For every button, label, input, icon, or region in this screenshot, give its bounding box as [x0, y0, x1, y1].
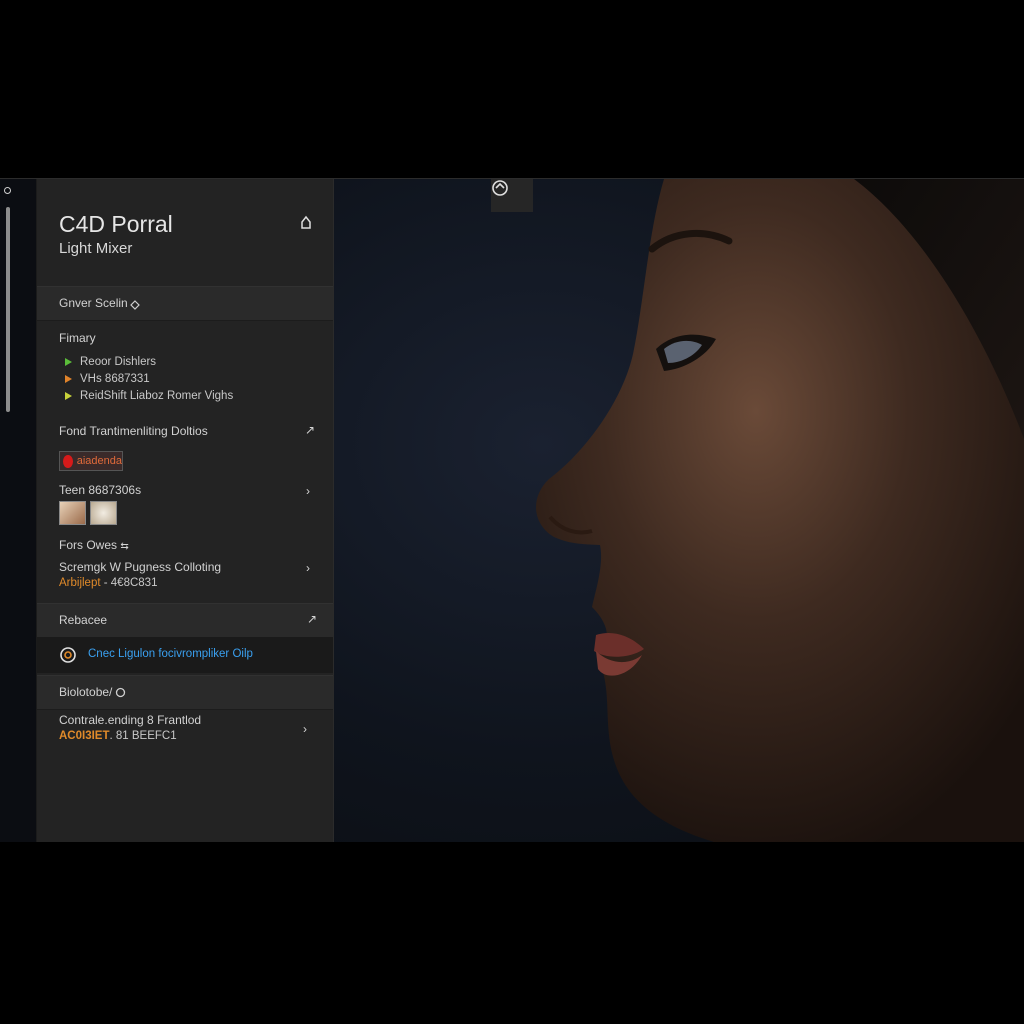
render-viewport[interactable]	[334, 179, 1024, 842]
circle-icon	[115, 685, 126, 703]
collapse-icon[interactable]: ↗	[307, 612, 317, 626]
biolobe-section-header[interactable]: Biolotobe/	[37, 675, 333, 710]
thumbnail-light[interactable]	[90, 501, 117, 525]
viewport-top-tab[interactable]	[491, 179, 533, 212]
app-window: C4D Porral Light Mixer Gnver Scelin Fima…	[0, 178, 1024, 842]
panel-subtitle: Light Mixer	[59, 240, 133, 257]
contrale-label: Contrale.ending 8 Frantlod	[59, 713, 202, 727]
team-label: Teen 8687306s	[59, 483, 142, 497]
play-triangle-icon	[65, 358, 72, 366]
swatch-label: aiadenda	[76, 455, 122, 467]
rail-circle-icon[interactable]	[4, 187, 11, 194]
biolobe-label: Biolotobe/	[59, 685, 113, 699]
pin-icon[interactable]	[299, 215, 313, 234]
play-triangle-icon	[65, 392, 72, 400]
light-mixer-panel: C4D Porral Light Mixer Gnver Scelin Fima…	[37, 179, 334, 842]
link-row[interactable]: Cnec Ligulon focivrompliker Oilp	[37, 637, 333, 673]
fond-heading: Fond Trantimenliting Doltios	[59, 424, 208, 438]
chevron-right-icon[interactable]: ›	[306, 561, 310, 575]
target-icon	[59, 646, 77, 669]
panel-title: C4D Porral	[59, 211, 173, 237]
collapse-icon[interactable]: ↗	[305, 423, 315, 437]
red-dot-icon	[63, 454, 73, 468]
diamond-icon	[130, 297, 140, 315]
fors-label: Fors Owes ⇆	[59, 538, 129, 552]
color-swatch[interactable]: aiadenda	[59, 451, 123, 471]
chevron-right-icon[interactable]: ›	[306, 484, 310, 498]
reference-section-header[interactable]: Rebacee ↗	[37, 603, 333, 638]
portrait-render	[536, 179, 1024, 842]
primary-item[interactable]: Reoor Dishlers	[65, 356, 156, 368]
play-triangle-icon	[65, 375, 72, 383]
primary-item[interactable]: VHs 8687331	[65, 373, 150, 385]
cover-section-header[interactable]: Gnver Scelin	[37, 286, 333, 321]
thumbnail-portrait[interactable]	[59, 501, 86, 525]
screngk-value: Arbijlept - 4€8C831	[59, 577, 158, 589]
contrale-value: AC0I3IET. 81 BEEFC1	[59, 730, 177, 742]
arrows-icon: ⇆	[120, 541, 129, 552]
link-text[interactable]: Cnec Ligulon focivrompliker Oilp	[88, 648, 253, 660]
cover-section-label: Gnver Scelin	[59, 296, 128, 310]
primary-item[interactable]: ReidShift Liaboz Romer Vighs	[65, 390, 233, 402]
screngk-label: Scremgk W Pugness Colloting	[59, 560, 222, 574]
left-rail	[0, 179, 37, 842]
primary-heading: Fimary	[59, 331, 96, 345]
reference-label: Rebacee	[59, 613, 108, 627]
scrollbar-thumb[interactable]	[6, 207, 10, 412]
chevron-right-icon[interactable]: ›	[303, 722, 307, 736]
